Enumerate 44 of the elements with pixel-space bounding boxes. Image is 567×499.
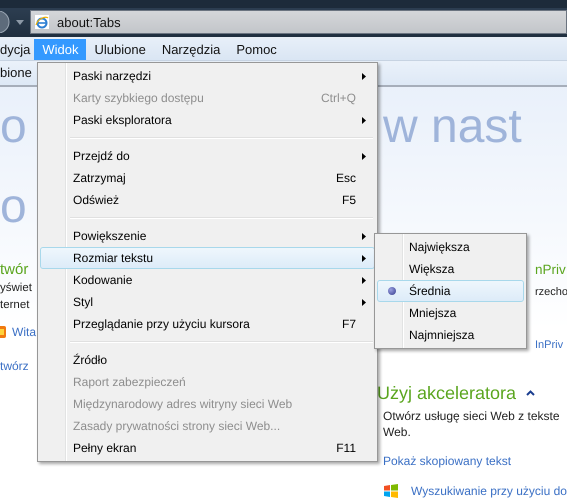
description-text: ternet xyxy=(0,298,30,313)
description-text: yświet xyxy=(0,281,33,296)
page-heading-fragment: o xyxy=(0,99,28,155)
menu-item[interactable]: Paski eksploratora xyxy=(40,109,375,131)
menu-item[interactable]: Średnia xyxy=(377,280,524,302)
page-link[interactable]: twórz xyxy=(0,358,36,374)
menu-bar-item[interactable]: Ulubione xyxy=(86,38,154,60)
address-field[interactable]: about:Tabs xyxy=(30,10,567,34)
menu-item[interactable]: Mniejsza xyxy=(377,302,524,324)
menu-item[interactable]: Kodowanie xyxy=(40,269,375,291)
menu-item[interactable]: Najmniejsza xyxy=(377,324,524,346)
page-link[interactable]: Wyszukiwanie przy użyciu do xyxy=(411,483,567,499)
section-heading: nPriv xyxy=(535,261,567,279)
menu-item[interactable]: Styl xyxy=(40,291,375,313)
feed-link[interactable]: Wita xyxy=(12,324,36,340)
menu-item[interactable]: Największa xyxy=(377,236,524,258)
section-heading: Użyj akceleratora xyxy=(377,383,516,403)
menu-bar-item[interactable]: Pomoc xyxy=(228,38,285,60)
windows-flag-icon xyxy=(383,484,399,498)
page-link[interactable]: InPriv xyxy=(535,337,567,353)
favorites-label[interactable]: bione xyxy=(0,65,32,80)
menu-item[interactable]: Rozmiar tekstu xyxy=(40,247,375,269)
menu-item[interactable]: Większa xyxy=(377,258,524,280)
menu-bar-item[interactable]: Narzędzia xyxy=(154,38,228,60)
menu-item[interactable]: Przeglądanie przy użyciu kursora F7 xyxy=(40,313,375,335)
browser-logo-icon xyxy=(35,15,49,30)
menu-item[interactable]: Paski narzędzi xyxy=(40,65,375,87)
menu-item[interactable]: Powiększenie xyxy=(40,225,375,247)
page-heading-fragment: w nast xyxy=(383,99,523,155)
description-text: Web. xyxy=(383,424,412,440)
dropdown-caret-icon[interactable] xyxy=(16,20,24,25)
menu-item[interactable]: Zatrzymaj Esc xyxy=(40,167,375,189)
url-text: about:Tabs xyxy=(57,14,121,30)
caret-up-icon[interactable] xyxy=(526,390,536,396)
menu-item[interactable]: Źródło xyxy=(40,349,375,371)
menu-item[interactable]: Pełny ekran F11 xyxy=(40,437,375,459)
page-link[interactable]: Pokaż skopiowany tekst xyxy=(383,453,567,469)
back-button-icon[interactable] xyxy=(0,11,10,34)
section-heading: twór xyxy=(0,261,30,279)
menu-bar-item[interactable]: dycja xyxy=(0,38,34,60)
menu-item[interactable]: Odśwież F5 xyxy=(40,189,375,211)
menu-item[interactable]: Przejdź do xyxy=(40,145,375,167)
page-heading-fragment: o xyxy=(0,179,28,235)
description-text: Otwórz usługę sieci Web z tekste xyxy=(383,408,561,424)
